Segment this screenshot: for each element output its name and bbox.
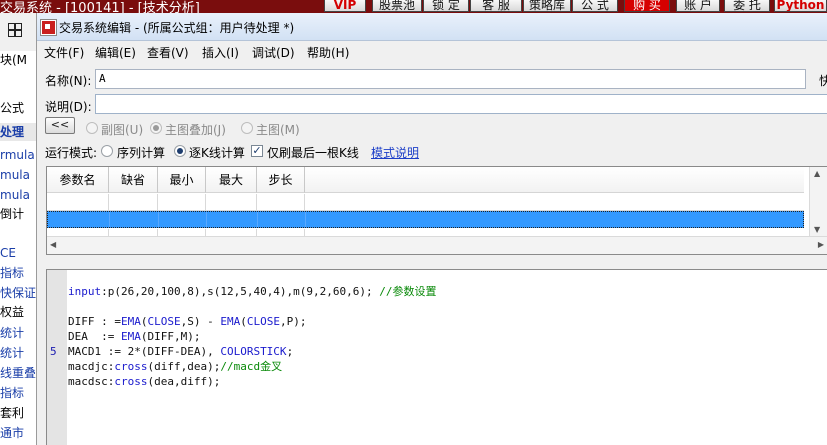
- tree-item[interactable]: 公式: [0, 99, 36, 117]
- app-icon: [41, 20, 56, 35]
- description-field[interactable]: [95, 94, 827, 114]
- gutter-line-mark: 5: [50, 345, 57, 358]
- stock-pool-button[interactable]: 股票池: [372, 0, 422, 12]
- description-label: 说明(D):: [45, 100, 92, 114]
- scroll-up-icon[interactable]: ▲: [814, 169, 820, 178]
- menu-insert[interactable]: 插入(I): [202, 44, 239, 61]
- table-row-selected[interactable]: [47, 211, 804, 228]
- code-comment: //参数设置: [379, 285, 437, 298]
- order-button[interactable]: 委 托: [724, 0, 770, 12]
- code-line: input:p(26,20,100,8),s(12,5,40,4),m(9,2,…: [68, 285, 437, 298]
- collapse-button[interactable]: <<: [45, 117, 75, 134]
- main-overlay-label: 主图叠加(J): [165, 123, 226, 137]
- line-gutter: 5: [47, 270, 67, 445]
- vip-button[interactable]: VIP: [324, 0, 366, 12]
- name-field[interactable]: A: [95, 69, 806, 89]
- sequence-calc-label: 序列计算: [117, 146, 166, 160]
- buy-button[interactable]: 购 买: [624, 0, 670, 12]
- code-line: MACD1 := 2*(DIFF-DEA), COLORSTICK;: [68, 345, 294, 358]
- run-mode-label: 运行模式:: [45, 146, 98, 160]
- col-header-min[interactable]: 最小: [158, 167, 206, 193]
- main-chart-label: 主图(M): [256, 123, 300, 137]
- main-overlay-radio[interactable]: [150, 122, 162, 134]
- account-button[interactable]: 账 户: [676, 0, 720, 12]
- only-last-bar-checkbox[interactable]: ✓: [251, 145, 263, 157]
- parameter-table: 参数名 缺省 最小 最大 步长 ▲ ▼ ◀ ▶: [46, 166, 827, 255]
- menu-edit[interactable]: 编辑(E): [95, 44, 136, 61]
- formula-tree-panel: 块(M 公式 处理 rmula mula mula 倒计 CE 指标 快保证 权…: [0, 13, 37, 445]
- sequence-calc-radio[interactable]: [101, 145, 113, 157]
- tree-item[interactable]: 倒计: [0, 205, 36, 223]
- col-header-max[interactable]: 最大: [206, 167, 257, 193]
- tree-item[interactable]: 指标: [0, 264, 36, 282]
- service-button[interactable]: 客 服: [470, 0, 522, 12]
- table-horizontal-scrollbar[interactable]: ◀ ▶: [47, 236, 827, 254]
- tree-item[interactable]: 统计: [0, 324, 36, 342]
- only-last-bar-label: 仅刷最后一根K线: [267, 146, 359, 160]
- lock-button[interactable]: 锁 定: [423, 0, 469, 12]
- sub-chart-label: 副图(U): [101, 123, 144, 137]
- tree-item[interactable]: 通市: [0, 424, 36, 442]
- menu-file[interactable]: 文件(F): [44, 44, 84, 61]
- code-line: DIFF : =EMA(CLOSE,S) - EMA(CLOSE,P);: [68, 315, 307, 328]
- col-header-filler: [305, 167, 804, 193]
- formula-button[interactable]: 公 式: [572, 0, 618, 12]
- strategy-button[interactable]: 策略库: [523, 0, 571, 12]
- per-bar-calc-label: 逐K线计算: [189, 146, 245, 160]
- tree-item[interactable]: mula: [0, 186, 36, 204]
- grid-icon[interactable]: [8, 23, 22, 37]
- table-row[interactable]: [47, 194, 804, 211]
- sub-chart-radio[interactable]: [86, 122, 98, 134]
- menu-debug[interactable]: 调试(D): [252, 44, 295, 61]
- per-bar-calc-radio[interactable]: [174, 145, 186, 157]
- name-label: 名称(N):: [45, 74, 92, 88]
- tree-item[interactable]: 套利: [0, 404, 36, 422]
- col-header-step[interactable]: 步长: [257, 167, 305, 193]
- scroll-down-icon[interactable]: ▼: [814, 225, 820, 234]
- tree-item[interactable]: 快保证: [0, 284, 36, 302]
- menu-bar: 文件(F) 编辑(E) 查看(V) 插入(I) 调试(D) 帮助(H): [37, 41, 827, 61]
- tree-item[interactable]: rmula: [0, 146, 36, 164]
- tree-item[interactable]: CE: [0, 244, 36, 262]
- col-header-default[interactable]: 缺省: [109, 167, 158, 193]
- scroll-left-icon[interactable]: ◀: [50, 240, 56, 249]
- right-edge-label: 快: [819, 74, 827, 88]
- code-line: macdjc:cross(diff,dea);//macd金叉: [68, 360, 283, 373]
- tree-item[interactable]: 线重叠: [0, 364, 36, 382]
- code-line: DEA := EMA(DIFF,M);: [68, 330, 201, 343]
- tree-item[interactable]: 指标: [0, 384, 36, 402]
- tree-item[interactable]: mula: [0, 166, 36, 184]
- table-vertical-scrollbar[interactable]: ▲ ▼: [809, 167, 827, 237]
- parameter-table-header: 参数名 缺省 最小 最大 步长: [47, 167, 827, 193]
- menu-view[interactable]: 查看(V): [147, 44, 189, 61]
- tree-item[interactable]: 统计: [0, 344, 36, 362]
- python-button[interactable]: Python: [774, 0, 827, 12]
- dialog-title: 交易系统编辑 - (所属公式组：用户待处理 *): [59, 21, 295, 35]
- tree-item[interactable]: 权益: [0, 303, 36, 321]
- main-chart-radio[interactable]: [241, 122, 253, 134]
- code-editor[interactable]: 5 input:p(26,20,100,8),s(12,5,40,4),m(9,…: [46, 269, 827, 445]
- app-title-bar: 交易系统 - [100141] - [技术分析] VIP 股票池 锁 定 客 服…: [0, 0, 827, 16]
- system-edit-dialog: 交易系统编辑 - (所属公式组：用户待处理 *) 文件(F) 编辑(E) 查看(…: [36, 13, 827, 445]
- tree-item[interactable]: 块(M: [0, 51, 36, 69]
- menu-help[interactable]: 帮助(H): [307, 44, 349, 61]
- code-line: macdsc:cross(dea,diff);: [68, 375, 221, 388]
- scroll-right-icon[interactable]: ▶: [818, 240, 824, 249]
- tree-item-selected[interactable]: 处理: [0, 123, 36, 141]
- dialog-title-bar[interactable]: 交易系统编辑 - (所属公式组：用户待处理 *): [37, 13, 827, 41]
- panel-toolbar: [0, 13, 36, 51]
- col-header-param-name[interactable]: 参数名: [47, 167, 109, 193]
- mode-help-link[interactable]: 模式说明: [371, 144, 419, 161]
